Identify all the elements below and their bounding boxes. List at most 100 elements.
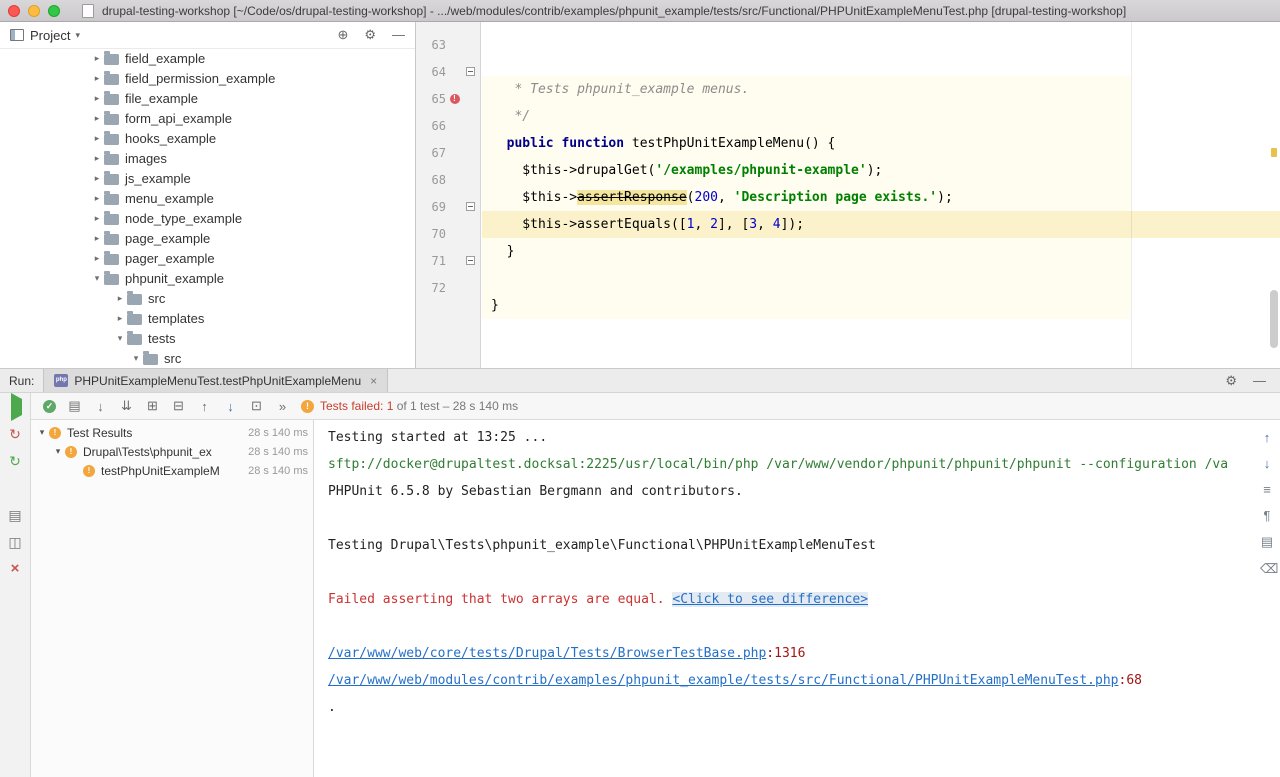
project-tree-item[interactable]: ▸form_api_example	[0, 108, 415, 128]
chevron-right-icon[interactable]: ▸	[90, 93, 104, 104]
print-icon[interactable]: ▤	[1260, 534, 1274, 550]
project-tree-item[interactable]: ▸pager_example	[0, 248, 415, 268]
test-tree-item[interactable]: ▾!Test Results28 s 140 ms	[31, 423, 313, 442]
chevron-right-icon[interactable]: ▸	[90, 213, 104, 224]
chevron-down-icon[interactable]: ▾	[113, 333, 127, 344]
project-tree-item[interactable]: ▸field_permission_example	[0, 68, 415, 88]
close-window-button[interactable]	[8, 5, 20, 17]
minimize-window-button[interactable]	[28, 5, 40, 17]
zoom-window-button[interactable]	[48, 5, 60, 17]
pin-tab-button[interactable]: ◫	[7, 534, 23, 550]
editor-scrollbar[interactable]	[1270, 290, 1278, 348]
show-passed-icon[interactable]: ✓	[43, 400, 56, 413]
test-failed-icon[interactable]: !	[450, 94, 460, 104]
more-icon[interactable]: »	[275, 399, 290, 414]
code-line[interactable]: }	[482, 238, 1280, 265]
code-line[interactable]: public function testPhpUnitExampleMenu()…	[482, 130, 1280, 157]
chevron-right-icon[interactable]: ▸	[90, 113, 104, 124]
chevron-down-icon[interactable]: ▾	[129, 353, 143, 364]
line-number[interactable]: 64	[416, 65, 446, 79]
rerun-button[interactable]	[7, 399, 23, 415]
project-tree-item[interactable]: ▸file_example	[0, 88, 415, 108]
fold-marker-icon[interactable]	[466, 202, 475, 211]
project-tree-item[interactable]: ▾tests	[0, 328, 415, 348]
chevron-right-icon[interactable]: ▸	[90, 173, 104, 184]
code-line[interactable]: $this->assertResponse(200, 'Description …	[482, 184, 1280, 211]
code-line[interactable]: */	[482, 103, 1280, 130]
restore-layout-button[interactable]: ▤	[7, 507, 23, 523]
project-tree-item[interactable]: ▸images	[0, 148, 415, 168]
close-tab-icon[interactable]: ×	[370, 374, 377, 388]
gutter-row[interactable]: 72	[416, 274, 480, 301]
fold-marker-icon[interactable]	[466, 67, 475, 76]
line-number[interactable]: 72	[416, 281, 446, 295]
code-line[interactable]	[482, 319, 1280, 346]
gear-icon[interactable]: ⚙	[364, 27, 376, 43]
file-link[interactable]: /var/www/web/modules/contrib/examples/ph…	[328, 673, 1119, 688]
import-test-results-icon[interactable]: ⊡	[249, 398, 264, 414]
hide-panel-icon[interactable]: —	[1253, 373, 1266, 388]
code-line[interactable]: $this->drupalGet('/examples/phpunit-exam…	[482, 157, 1280, 184]
project-tree-item[interactable]: ▸js_example	[0, 168, 415, 188]
previous-failed-test-icon[interactable]: ↑	[197, 399, 212, 414]
gutter-row[interactable]: 63	[416, 31, 480, 58]
line-number[interactable]: 68	[416, 173, 446, 187]
project-tree-item[interactable]: ▾phpunit_example	[0, 268, 415, 288]
run-console[interactable]: Testing started at 13:25 ...sftp://docke…	[314, 420, 1254, 777]
close-run-panel-button[interactable]: ×	[7, 561, 23, 577]
scroll-to-end-icon[interactable]: ¶	[1260, 508, 1274, 523]
test-tree-item[interactable]: !testPhpUnitExampleM28 s 140 ms	[31, 461, 313, 480]
chevron-right-icon[interactable]: ▸	[90, 73, 104, 84]
project-tree-item[interactable]: ▸templates	[0, 308, 415, 328]
project-tree-item[interactable]: ▸menu_example	[0, 188, 415, 208]
fold-icon[interactable]	[463, 202, 478, 211]
gutter-row[interactable]: 69	[416, 193, 480, 220]
fold-icon[interactable]	[463, 67, 478, 76]
code-line[interactable]: * Tests phpunit_example menus.	[482, 76, 1280, 103]
project-tree-item[interactable]: ▸hooks_example	[0, 128, 415, 148]
file-link[interactable]: /var/www/web/core/tests/Drupal/Tests/Bro…	[328, 646, 766, 661]
line-number[interactable]: 66	[416, 119, 446, 133]
fold-marker-icon[interactable]	[466, 256, 475, 265]
chevron-right-icon[interactable]: ▸	[90, 233, 104, 244]
line-number[interactable]: 69	[416, 200, 446, 214]
sort-by-duration-icon[interactable]: ⇊	[119, 398, 134, 414]
editor-code[interactable]: * Tests phpunit_example menus. */ public…	[482, 22, 1280, 368]
locate-file-icon[interactable]: ⊕	[337, 27, 348, 43]
gutter-row[interactable]: 64	[416, 58, 480, 85]
chevron-right-icon[interactable]: ▸	[113, 313, 127, 324]
fold-icon[interactable]	[463, 256, 478, 265]
gear-icon[interactable]: ⚙	[1225, 373, 1237, 389]
see-difference-link[interactable]: <Click to see difference>	[672, 592, 868, 607]
chevron-right-icon[interactable]: ▸	[113, 293, 127, 304]
project-tree-item[interactable]: ▾src	[0, 348, 415, 368]
project-tree-item[interactable]: ▸src	[0, 288, 415, 308]
project-tree-item[interactable]: ▸field_example	[0, 48, 415, 68]
line-number[interactable]: 67	[416, 146, 446, 160]
line-number[interactable]: 71	[416, 254, 446, 268]
code-line[interactable]: $this->assertEquals([1, 2], [3, 4]);	[482, 211, 1280, 238]
chevron-right-icon[interactable]: ▸	[90, 133, 104, 144]
chevron-down-icon[interactable]: ▾	[52, 446, 64, 457]
chevron-down-icon[interactable]: ▾	[90, 273, 104, 284]
gutter-test-failed-icon[interactable]: !	[446, 94, 463, 104]
chevron-right-icon[interactable]: ▸	[90, 193, 104, 204]
rerun-failed-tests-button[interactable]: ↻	[7, 426, 23, 442]
line-number[interactable]: 63	[416, 38, 446, 52]
line-number[interactable]: 65	[416, 92, 446, 106]
next-failed-test-icon[interactable]: ↓	[223, 399, 238, 414]
stop-button[interactable]	[7, 480, 23, 496]
chevron-down-icon[interactable]: ▾	[36, 427, 48, 438]
chevron-right-icon[interactable]: ▸	[90, 153, 104, 164]
line-number[interactable]: 70	[416, 227, 446, 241]
up-stack-trace-icon[interactable]: ↑	[1260, 430, 1274, 445]
chevron-right-icon[interactable]: ▸	[90, 253, 104, 264]
gutter-row[interactable]: 70	[416, 220, 480, 247]
gutter-row[interactable]: 71	[416, 247, 480, 274]
run-tab[interactable]: php PHPUnitExampleMenuTest.testPhpUnitEx…	[43, 369, 388, 392]
sort-alphabetically-icon[interactable]: ↓	[93, 399, 108, 414]
gutter-row[interactable]: 67	[416, 139, 480, 166]
test-tree-item[interactable]: ▾!Drupal\Tests\phpunit_ex28 s 140 ms	[31, 442, 313, 461]
gutter-row[interactable]: 66	[416, 112, 480, 139]
warning-stripe-mark[interactable]	[1271, 148, 1277, 157]
